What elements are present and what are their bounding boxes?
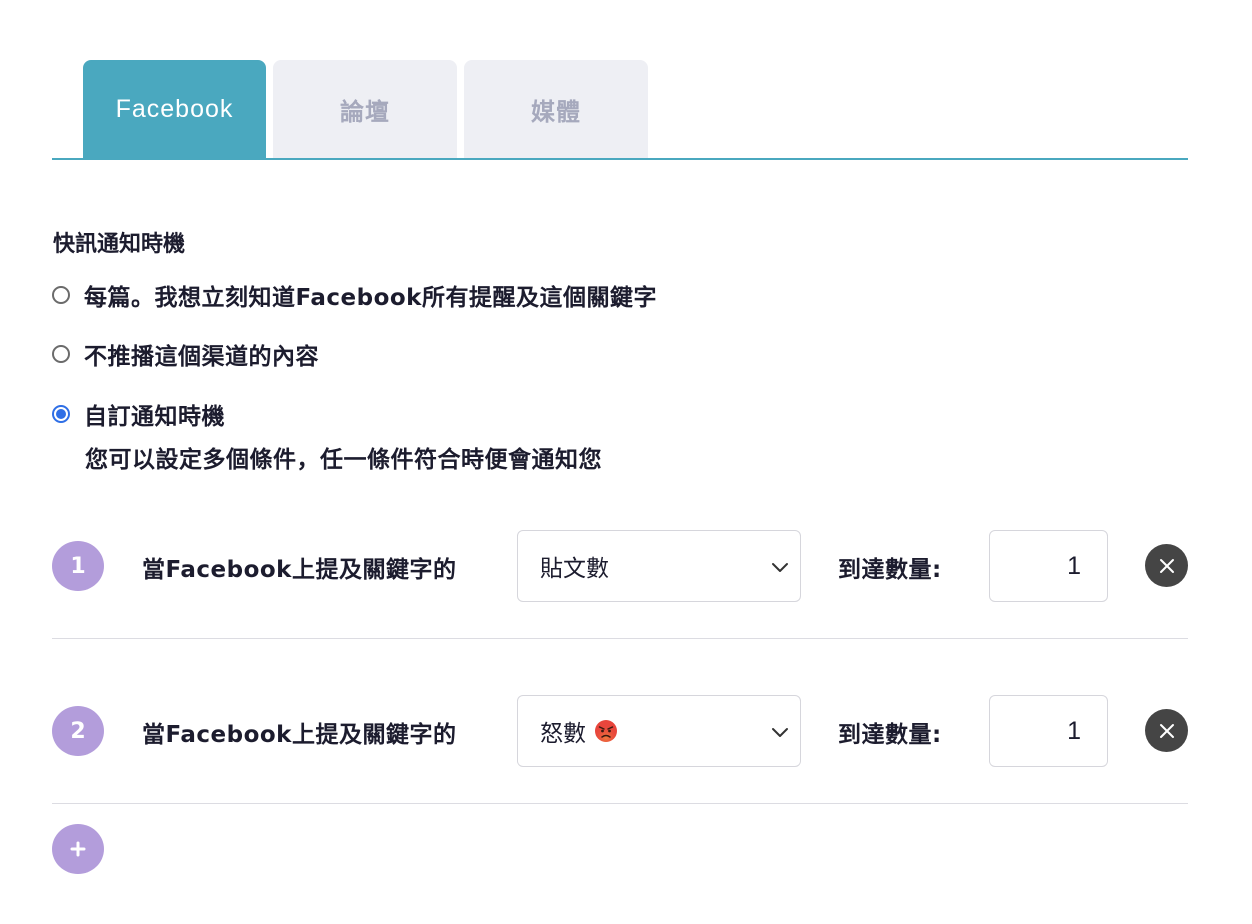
radio-button[interactable]: [52, 286, 70, 304]
chevron-down-icon: [772, 563, 788, 572]
metric-select[interactable]: 怒數: [517, 695, 801, 767]
divider: [52, 803, 1188, 804]
condition-number-badge: 2: [52, 706, 104, 756]
metric-select-value: 貼文數: [540, 556, 609, 582]
target-count-input[interactable]: [989, 530, 1108, 602]
chevron-down-icon: [772, 728, 788, 737]
remove-condition-button[interactable]: [1145, 544, 1188, 587]
radio-button-checked[interactable]: [52, 405, 70, 423]
remove-condition-button[interactable]: [1145, 709, 1188, 752]
radio-label: 不推播這個渠道的內容: [84, 344, 319, 370]
target-count-input[interactable]: [989, 695, 1108, 767]
condition-text: 當Facebook上提及關鍵字的: [142, 557, 457, 583]
divider: [52, 638, 1188, 639]
angry-face-icon: [595, 720, 617, 742]
radio-option-no-push[interactable]: 不推播這個渠道的內容: [52, 337, 319, 371]
radio-label: 自訂通知時機: [84, 404, 225, 430]
target-count-label: 到達數量:: [838, 557, 942, 583]
tab-facebook[interactable]: Facebook: [83, 60, 266, 158]
condition-row: 2 當Facebook上提及關鍵字的 怒數 到達數量: 1: [52, 695, 1188, 767]
condition-number-badge: 1: [52, 541, 104, 591]
radio-label: 每篇。我想立刻知道Facebook所有提醒及這個關鍵字: [84, 285, 657, 311]
radio-option-custom[interactable]: 自訂通知時機: [52, 397, 225, 431]
metric-select-value: 怒數: [540, 721, 586, 747]
condition-text: 當Facebook上提及關鍵字的: [142, 722, 457, 748]
tab-media[interactable]: 媒體: [464, 60, 648, 158]
radio-option-every-post[interactable]: 每篇。我想立刻知道Facebook所有提醒及這個關鍵字: [52, 278, 657, 312]
condition-row: 1 當Facebook上提及關鍵字的 貼文數 到達數量:: [52, 530, 1188, 602]
tab-forum[interactable]: 論壇: [273, 60, 457, 158]
channel-tabs: Facebook 論壇 媒體: [52, 60, 1188, 160]
plus-icon: [70, 841, 86, 857]
custom-option-description: 您可以設定多個條件，任一條件符合時便會通知您: [85, 447, 602, 473]
add-condition-button[interactable]: [52, 824, 104, 874]
radio-button[interactable]: [52, 345, 70, 363]
close-icon: [1159, 558, 1174, 573]
metric-select[interactable]: 貼文數: [517, 530, 801, 602]
close-icon: [1159, 723, 1174, 738]
section-title: 快訊通知時機: [53, 232, 186, 257]
target-count-label: 到達數量:: [838, 722, 942, 748]
alert-settings-page: Facebook 論壇 媒體 快訊通知時機 每篇。我想立刻知道Facebook所…: [0, 0, 1252, 924]
